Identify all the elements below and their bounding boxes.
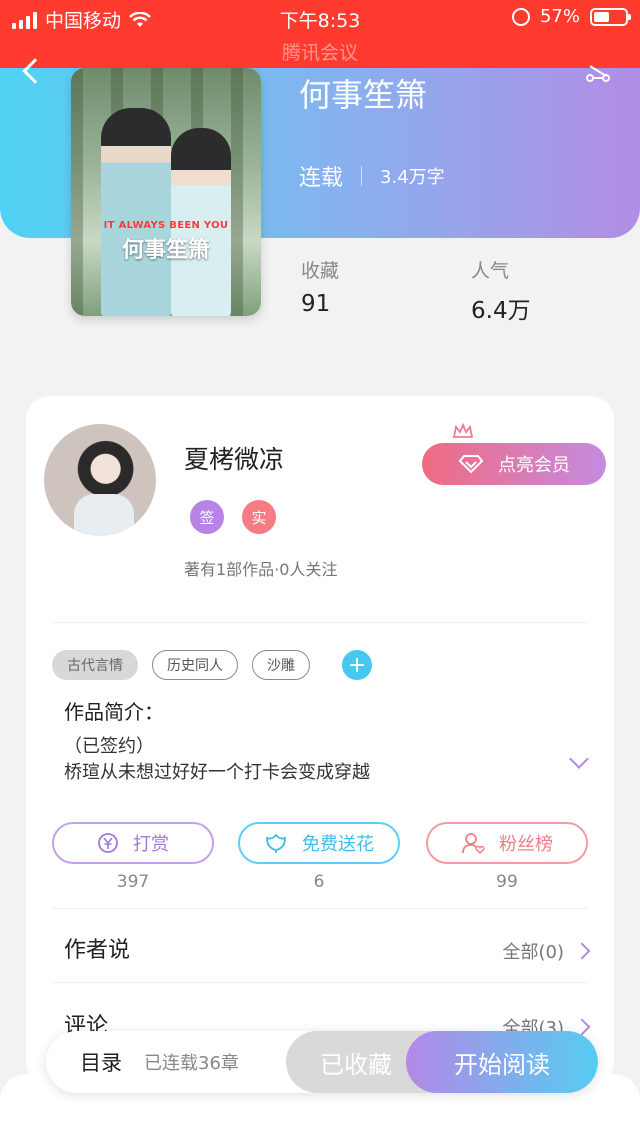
fan-count: 99	[496, 872, 518, 892]
stat-value: 91	[301, 291, 331, 317]
author-avatar[interactable]	[44, 424, 156, 536]
fan-ranking-label: 粉丝榜	[499, 834, 553, 855]
author-says-title: 作者说	[64, 938, 131, 963]
meeting-overlay-label[interactable]: 腾讯会议	[0, 38, 640, 65]
stat-label: 收藏	[301, 260, 340, 282]
book-title: 何事笙箫	[299, 76, 428, 114]
add-tag-icon[interactable]: +	[342, 650, 372, 680]
avatar-figure	[74, 494, 134, 536]
start-reading-button[interactable]: 开始阅读	[406, 1031, 598, 1093]
cover-chinese-title: 何事笙箫	[121, 237, 210, 263]
start-reading-label: 开始阅读	[454, 1050, 550, 1079]
status-divider	[361, 166, 363, 186]
stat-favorites: 收藏 91	[301, 256, 339, 317]
cover-english-title: IT ALWAYS BEEN YOU	[103, 220, 229, 231]
vip-button-label: 点亮会员	[498, 455, 570, 476]
stat-value: 6.4万	[471, 298, 531, 324]
reward-label: 打赏	[133, 834, 169, 855]
tag-item[interactable]: 古代言情	[52, 650, 138, 680]
author-meta: 著有1部作品·0人关注	[184, 560, 338, 579]
battery-fill	[594, 11, 610, 22]
intro-line: 桥瑄从未想过好好一个打卡会变成穿越	[64, 762, 370, 783]
tag-item[interactable]: 历史同人	[152, 650, 238, 680]
rotation-lock-icon	[511, 7, 530, 26]
serial-status: 连载	[299, 166, 344, 191]
toc-button[interactable]: 目录	[80, 1047, 122, 1077]
book-cover[interactable]: IT ALWAYS BEEN YOU 何事笙箫	[71, 68, 261, 316]
bottom-action-bar: 目录 已连载36章 已收藏 开始阅读	[46, 1031, 598, 1093]
flower-label: 免费送花	[302, 834, 374, 855]
stat-popularity: 人气 6.4万	[471, 256, 531, 325]
tag-item[interactable]: 沙雕	[252, 650, 310, 680]
divider	[52, 622, 588, 623]
diamond-icon	[458, 455, 484, 474]
divider	[52, 908, 588, 909]
intro-title: 作品简介：	[64, 700, 164, 724]
word-count: 3.4万字	[380, 167, 445, 188]
book-status-line: 连载 3.4万字	[299, 160, 445, 192]
author-says-all-link[interactable]: 全部(0)	[502, 938, 591, 964]
expand-chevron-icon[interactable]	[569, 749, 589, 769]
divider	[52, 982, 588, 983]
crown-icon	[452, 423, 474, 438]
signed-badge: 签	[190, 500, 224, 534]
book-detail-card: 夏栲微凉 点亮会员 签 实 著有1部作品·0人关注 古代言情 历史同人 沙雕 +…	[26, 396, 614, 1086]
activate-vip-button[interactable]: 点亮会员	[422, 443, 606, 485]
author-name[interactable]: 夏栲微凉	[184, 440, 284, 476]
flower-icon	[266, 833, 286, 853]
send-flower-button[interactable]: 免费送花	[238, 822, 400, 864]
battery-icon	[590, 7, 631, 26]
flower-count: 6	[313, 872, 325, 892]
chevron-right-icon	[573, 942, 591, 960]
intro-body[interactable]: （已签约） 桥瑄从未想过好好一个打卡会变成穿越	[64, 734, 370, 786]
favorited-label: 已收藏	[320, 1050, 392, 1079]
battery-percent: 57%	[539, 6, 580, 27]
stat-label: 人气	[471, 260, 510, 282]
tag-list: 古代言情 历史同人 沙雕 +	[52, 650, 372, 680]
share-icon[interactable]	[586, 62, 612, 82]
fan-person-icon	[462, 833, 485, 854]
verified-badge: 实	[242, 500, 276, 534]
intro-line: （已签约）	[64, 736, 154, 757]
reward-button[interactable]: 打赏	[52, 822, 214, 864]
fan-ranking-button[interactable]: 粉丝榜	[426, 822, 588, 864]
yuan-coin-icon	[98, 833, 118, 853]
status-right: 57%	[511, 6, 631, 27]
reward-count: 397	[116, 872, 150, 892]
author-says-count: 全部(0)	[502, 942, 565, 963]
cover-figure-left	[101, 108, 171, 316]
status-bar: 中国移动 下午8:53 57% 腾讯会议	[0, 0, 640, 68]
chapter-count: 已连载36章	[144, 1053, 239, 1074]
